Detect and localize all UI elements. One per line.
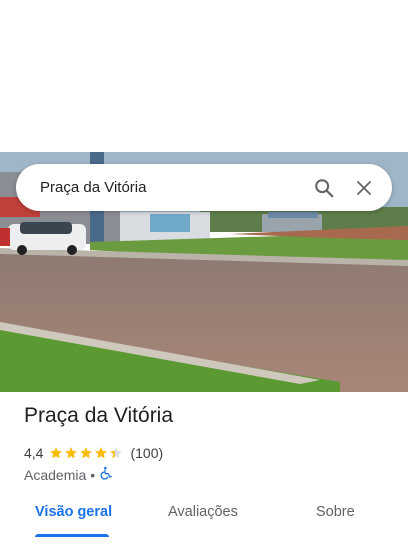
- search-icon[interactable]: [304, 168, 344, 208]
- star-icon: [80, 447, 93, 459]
- rating-row[interactable]: 4,4 (100): [24, 445, 163, 461]
- star-icon: [65, 447, 78, 459]
- separator-dot: •: [90, 466, 96, 483]
- place-category: Academia: [24, 466, 87, 483]
- blank-area: [0, 0, 408, 152]
- star-icon: [95, 447, 108, 459]
- search-bar[interactable]: Praça da Vitória: [16, 164, 392, 211]
- place-title: Praça da Vitória: [24, 404, 174, 427]
- tab-about[interactable]: Sobre: [316, 504, 355, 520]
- star-icon: [110, 447, 123, 459]
- rating-stars: [49, 446, 124, 460]
- place-tabs: Visão geral Avaliações Sobre: [0, 496, 408, 544]
- active-tab-indicator: [35, 534, 109, 537]
- search-input[interactable]: Praça da Vitória: [40, 179, 304, 196]
- tab-overview[interactable]: Visão geral: [35, 504, 112, 520]
- star-icon: [50, 447, 63, 459]
- place-details-sheet: Praça da Vitória 4,4 (100) Academia • Vi…: [0, 392, 408, 544]
- tab-reviews[interactable]: Avaliações: [168, 504, 238, 520]
- category-row: Academia •: [24, 466, 113, 483]
- rating-value: 4,4: [24, 445, 44, 461]
- review-count: (100): [130, 445, 164, 461]
- close-icon[interactable]: [344, 168, 384, 208]
- wheelchair-icon: [99, 466, 113, 483]
